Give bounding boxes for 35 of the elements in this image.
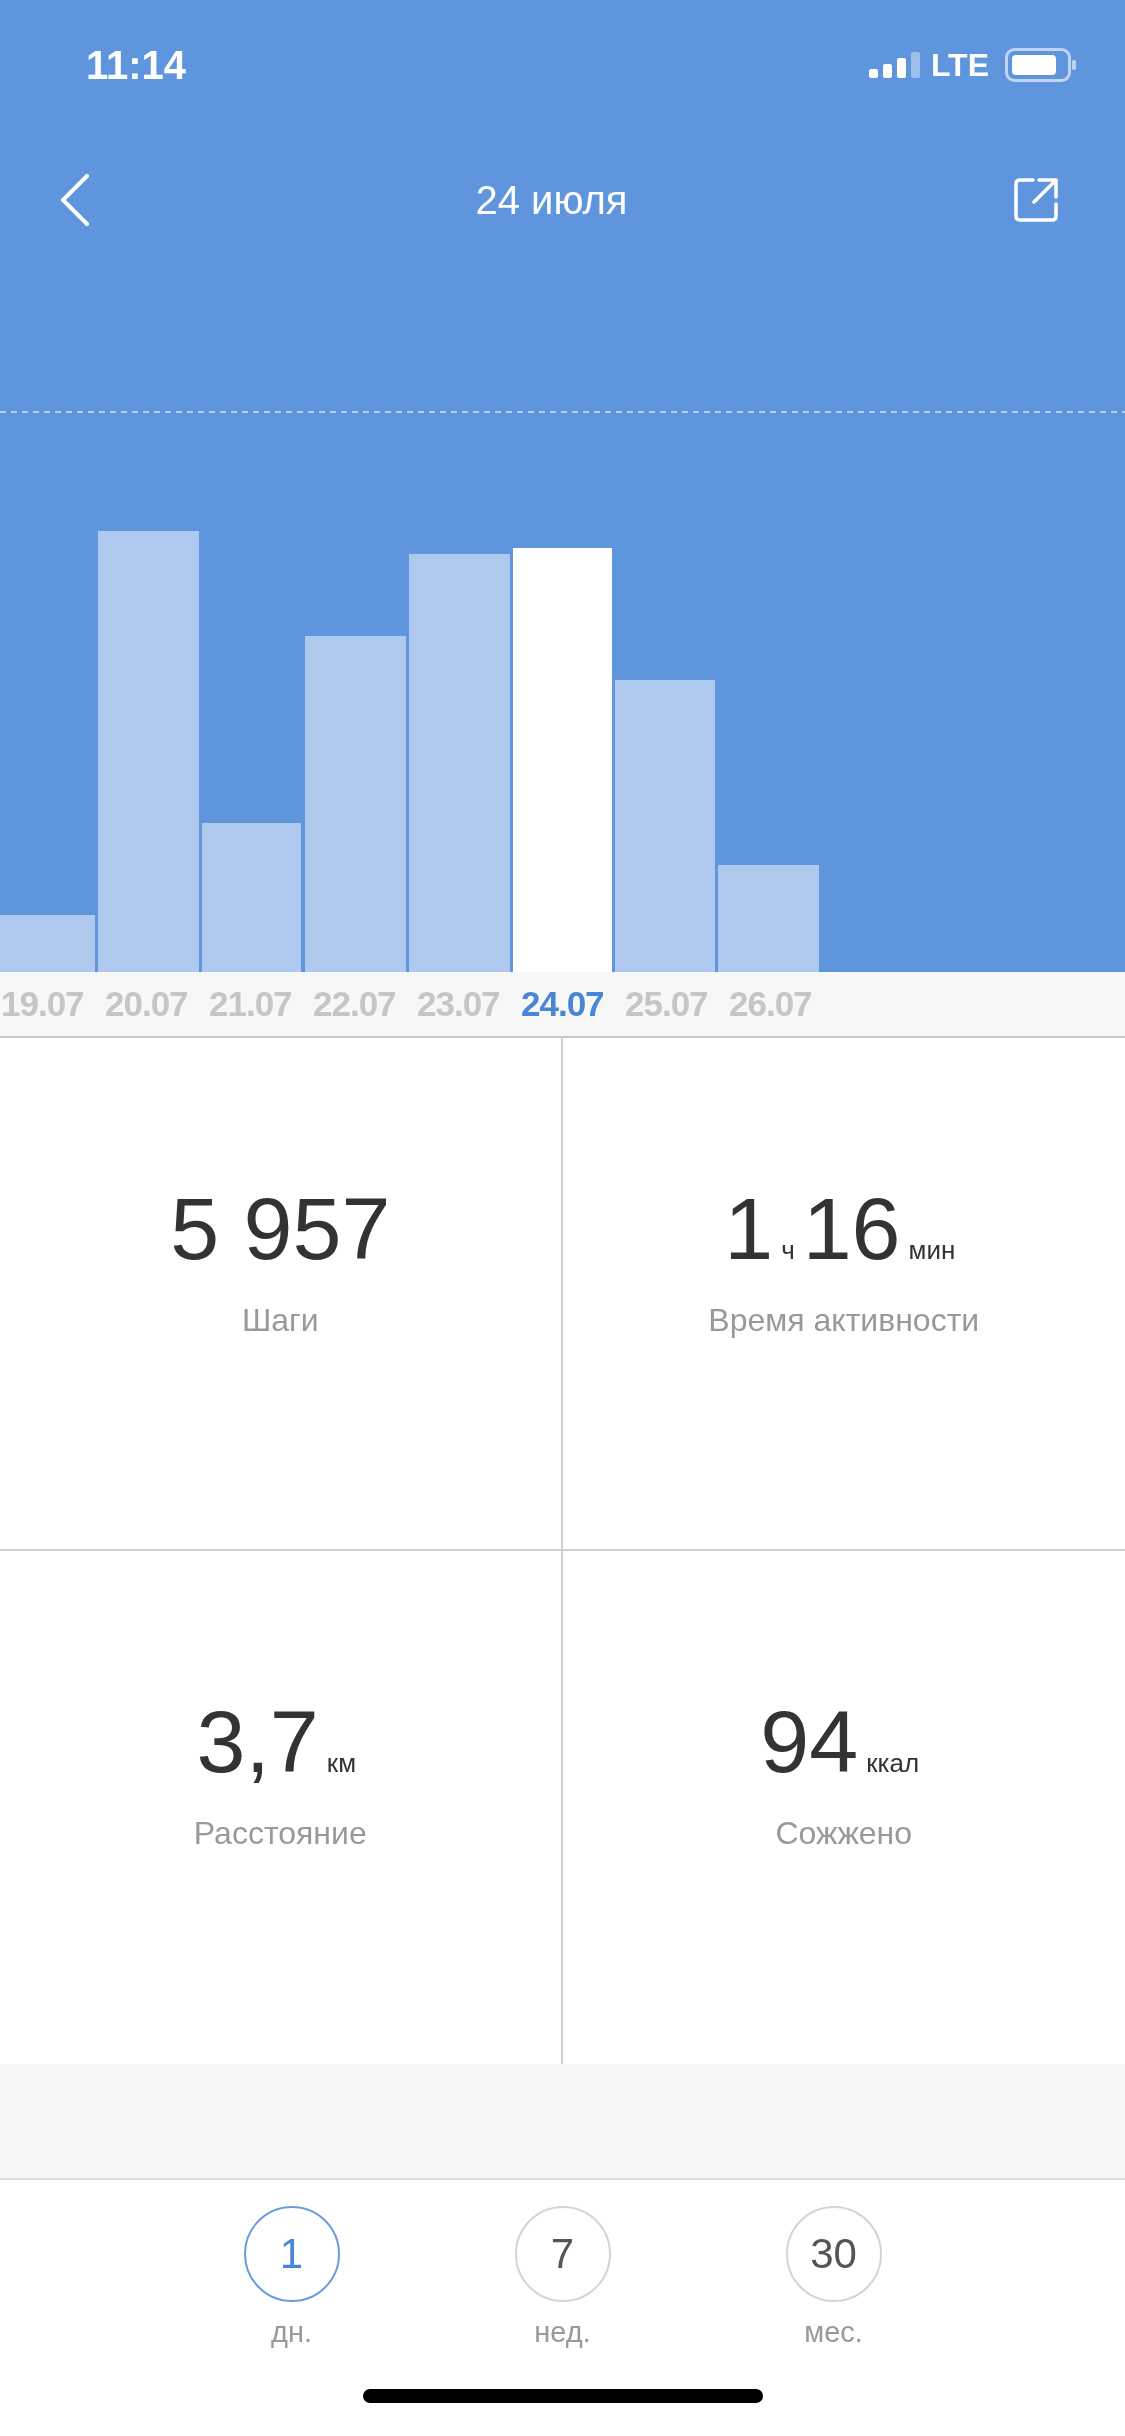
status-time: 11:14 (86, 42, 187, 88)
chart-bar[interactable] (0, 915, 95, 972)
period-label: нед. (534, 2316, 591, 2349)
stat-label: Время активности (708, 1302, 980, 1339)
period-button[interactable]: 30 (785, 2206, 882, 2302)
chart-bar[interactable] (409, 554, 510, 972)
share-icon[interactable] (1013, 177, 1059, 223)
period-label: мес. (804, 2316, 863, 2349)
stat-label: Расстояние (193, 1815, 367, 1852)
chart-bar[interactable] (513, 548, 612, 972)
stat-value: 3,7 (196, 1691, 319, 1793)
stat-value: 94 (760, 1691, 859, 1793)
period-button[interactable]: 7 (514, 2206, 611, 2302)
chart-bar[interactable] (718, 865, 819, 972)
stat-unit: ч (781, 1235, 795, 1266)
chart-bar[interactable] (98, 531, 199, 972)
stat-label: Сожжено (775, 1815, 913, 1852)
stat-unit: км (326, 1748, 357, 1779)
chart-bar[interactable] (202, 823, 301, 972)
date-tab[interactable]: 24.07 (520, 984, 624, 1024)
period-button[interactable]: 1 (243, 2206, 340, 2302)
stat-value: 5 957 (170, 1178, 391, 1280)
stat-unit: мин (908, 1235, 956, 1266)
chart-bar[interactable] (305, 636, 406, 972)
stat-value: 1 (724, 1178, 774, 1280)
period-label: дн. (271, 2316, 312, 2349)
page-title: 24 июля (475, 177, 628, 223)
chart-bar[interactable] (615, 680, 715, 972)
stat-value: 16 (802, 1178, 901, 1280)
stat-label: Шаги (241, 1302, 319, 1339)
signal-icon (868, 52, 921, 78)
network-label: LTE (930, 46, 989, 84)
back-icon[interactable] (60, 174, 90, 226)
stat-unit: ккал (866, 1748, 920, 1779)
battery-icon (1005, 48, 1077, 82)
